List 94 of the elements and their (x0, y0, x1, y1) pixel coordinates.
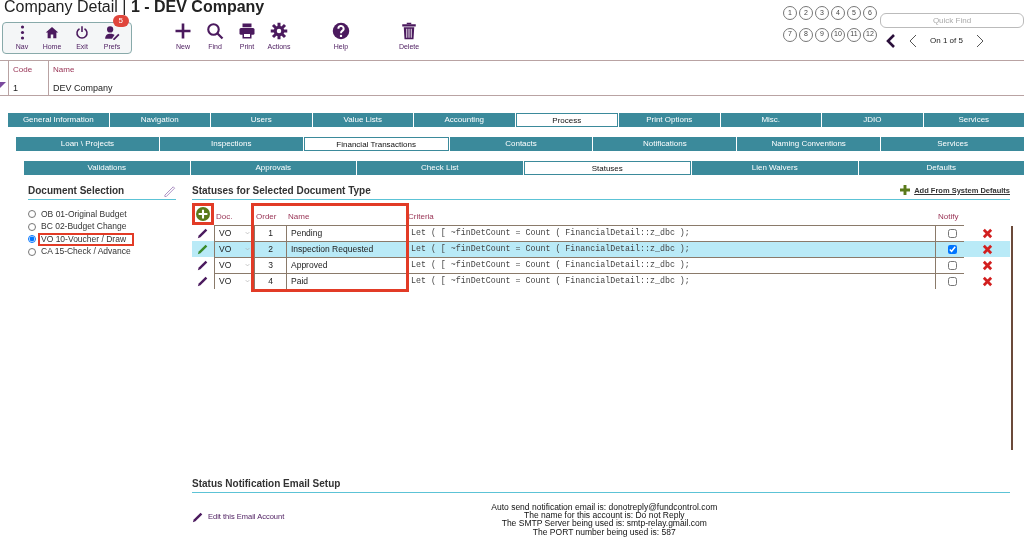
document-option[interactable]: CA 15-Check / Advance (38, 245, 139, 259)
notify-checkbox[interactable] (947, 229, 957, 238)
plus-icon (900, 185, 911, 195)
previous-icon[interactable] (908, 34, 918, 48)
email-info-line: Auto send notification email is: donotreply@fundcontrol.com (490, 503, 719, 512)
notify-checkbox[interactable] (947, 261, 957, 270)
notify-checkbox[interactable] (947, 245, 957, 254)
code-value: 1 (13, 83, 18, 93)
next-icon[interactable] (974, 34, 985, 48)
tab[interactable]: Contacts (449, 137, 593, 151)
notify-checkbox[interactable] (947, 277, 957, 286)
table-cell: Inspection Requested (286, 241, 406, 257)
email-info-line: The SMTP Server being used is: smtp-relay.gmail.com (500, 519, 708, 528)
table-cell: Approved (286, 257, 406, 273)
tab[interactable]: Users (211, 113, 312, 127)
pencil-icon (197, 227, 209, 239)
pencil-icon (192, 511, 204, 523)
tab[interactable]: Loan \ Projects (16, 137, 159, 151)
radio-button[interactable] (28, 210, 36, 219)
help-icon (332, 22, 350, 40)
trash-icon (400, 22, 418, 40)
tab[interactable]: Naming Conventions (737, 137, 881, 151)
tab[interactable]: Defaults (858, 161, 1024, 175)
doc-dropdown[interactable]: VO (214, 257, 254, 273)
doc-dropdown[interactable]: VO (214, 273, 254, 289)
table-cell: Let ( [ ~finDetCount = Count ( FinancialDetail::z_dbc ); (406, 257, 936, 273)
column-header: Name (287, 211, 311, 222)
pencil-icon (197, 275, 209, 287)
tab[interactable]: JDIO (822, 113, 923, 127)
tab[interactable]: Process (515, 113, 618, 127)
tab[interactable]: Check List (357, 161, 523, 175)
tab[interactable]: Services (881, 137, 1024, 151)
record-position: On 1 of 5 (930, 35, 963, 47)
column-header: Notify (937, 211, 960, 222)
table-cell: Let ( [ ~finDetCount = Count ( FinancialDetail::z_dbc ); (406, 273, 936, 289)
quick-find-field[interactable]: Quick Find (880, 13, 1024, 28)
power-icon (73, 25, 91, 40)
radio-button[interactable] (28, 235, 36, 244)
table-cell: Paid (286, 273, 406, 289)
tab[interactable]: Print Options (619, 113, 720, 127)
section-heading: Status Notification Email Setup (192, 476, 341, 491)
column-header: Order (255, 211, 278, 222)
window-title: Company Detail | 1 - DEV Company (4, 0, 265, 14)
person-icon (103, 25, 121, 40)
document-option[interactable]: OB 01-Original Budget (38, 207, 135, 221)
delete-icon[interactable] (981, 227, 993, 239)
email-info-line: The PORT number being used is: 587 (531, 527, 676, 536)
marker-icon (0, 82, 6, 88)
tab[interactable]: Accounting (414, 113, 515, 127)
doc-dropdown[interactable]: VO (214, 241, 254, 257)
pencil-icon (197, 259, 209, 271)
home-icon (43, 25, 61, 40)
pencil-icon (197, 243, 209, 255)
delete-icon[interactable] (981, 259, 993, 271)
section-heading: Statuses for Selected Document Type (192, 183, 371, 198)
tab[interactable]: Inspections (159, 137, 303, 151)
tab[interactable]: Statuses (523, 161, 691, 175)
tab[interactable]: Value Lists (312, 113, 413, 127)
section-heading: Document Selection (28, 183, 125, 198)
delete-icon[interactable] (981, 275, 993, 287)
radio-button[interactable] (28, 247, 36, 256)
document-option[interactable]: VO 10-Voucher / Draw (38, 232, 135, 246)
table-cell: 4 (254, 273, 286, 289)
radio-button[interactable] (28, 222, 36, 231)
tab[interactable]: Validations (24, 161, 190, 175)
email-info-line: The name for this account is: Do not Reply (523, 511, 685, 520)
plus-icon (174, 22, 192, 40)
menu-icon (19, 25, 25, 40)
pencil-icon (163, 183, 176, 197)
column-header: Criteria (407, 211, 435, 222)
table-cell: 2 (254, 241, 286, 257)
tab[interactable]: Lien Waivers (692, 161, 858, 175)
tab[interactable]: Financial Transactions (303, 137, 449, 151)
search-icon (206, 22, 224, 40)
table-cell: 3 (254, 257, 286, 273)
table-cell: Let ( [ ~finDetCount = Count ( FinancialDetail::z_dbc ); (406, 241, 936, 257)
field-label: Name (53, 65, 76, 74)
name-value: DEV Company (53, 83, 113, 93)
tab[interactable]: Misc. (720, 113, 821, 127)
notification-badge: 5 (112, 15, 129, 27)
tab[interactable]: Approvals (190, 161, 356, 175)
document-option[interactable]: BC 02-Budget Change (38, 220, 135, 234)
field-label: Code (13, 65, 34, 74)
tab[interactable]: Services (923, 113, 1024, 127)
printer-icon (238, 22, 256, 40)
first-record-icon[interactable] (886, 34, 896, 48)
plus-circle-icon (196, 207, 210, 221)
tab[interactable]: General Information (8, 113, 109, 127)
add-button[interactable] (192, 203, 214, 225)
delete-icon[interactable] (981, 243, 993, 255)
column-header: Doc. (215, 211, 234, 222)
tab[interactable]: Navigation (109, 113, 210, 127)
gear-icon (270, 22, 288, 40)
tab[interactable]: Notifications (593, 137, 737, 151)
